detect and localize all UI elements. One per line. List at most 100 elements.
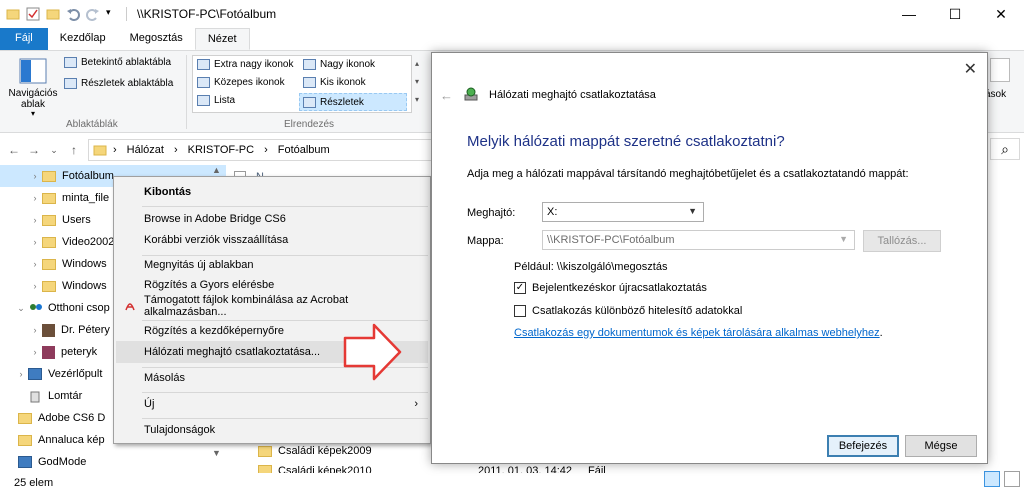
layout-label: Kis ikonok [320,77,366,88]
layout-extra-large-icons[interactable]: Extra nagy ikonok [197,59,294,70]
menu-item-adobe-bridge[interactable]: Browse in Adobe Bridge CS6 [116,208,428,230]
nav-item-label: minta_file [62,192,110,204]
nav-item-label: Windows [62,280,107,292]
chevron-right-icon[interactable]: › [14,369,28,379]
dialog-header: ← Hálózati meghajtó csatlakoztatása [440,87,656,103]
other-credentials-checkbox[interactable]: Csatlakozás különböző hitelesítő adatokk… [514,305,742,317]
minimize-button[interactable]: — [886,0,932,28]
website-link-row: Csatlakozás egy dokumentumok és képek tá… [514,327,883,339]
breadcrumb-separator: › [173,144,178,156]
breadcrumb-folder[interactable]: Fotóalbum [278,144,330,156]
customize-toolbar-icon[interactable]: ▾ [106,7,120,21]
nav-item-label: Otthoni csop [48,302,110,314]
scroll-down-arrow-icon[interactable]: ▼ [208,448,225,465]
partial-button[interactable] [990,58,1010,82]
back-button[interactable]: ← [4,143,24,157]
properties-icon[interactable] [26,7,40,21]
menu-item-label: Új [144,398,155,410]
up-button[interactable]: ↑ [64,143,84,157]
chevron-right-icon[interactable]: › [28,193,42,203]
chevron-down-icon: ▼ [839,234,848,244]
chevron-right-icon[interactable]: › [28,215,42,225]
preview-pane-button[interactable]: Betekintő ablaktábla [64,57,171,68]
divider [126,7,127,21]
large-icons-view-icon[interactable] [1004,471,1020,487]
menu-item-restore-versions[interactable]: Korábbi verziók visszaállítása [116,229,428,251]
link-suffix: . [879,327,883,339]
folder-icon [42,258,56,270]
details-pane-button[interactable]: Részletek ablaktábla [64,78,173,89]
undo-icon[interactable] [66,7,80,21]
folder-icon [258,445,272,457]
tab-view[interactable]: Nézet [194,28,250,50]
chevron-right-icon[interactable]: › [28,281,42,291]
menu-item-expand[interactable]: Kibontás [116,181,428,203]
layout-details[interactable]: Részletek [299,93,407,111]
chevron-right-icon[interactable]: › [28,347,42,357]
nav-item-godmode[interactable]: GodMode [0,451,226,473]
details-pane-label: Részletek ablaktábla [81,78,174,89]
recent-locations-button[interactable]: ⌄ [44,145,64,156]
browse-button[interactable]: Tallózás... [863,230,941,252]
large-icons-icon [303,59,316,70]
chevron-right-icon[interactable]: › [28,171,42,181]
new-folder-icon[interactable] [46,7,60,21]
close-button[interactable]: ✕ [964,59,977,79]
tab-share[interactable]: Megosztás [118,28,195,50]
divider [186,55,187,129]
drive-select[interactable]: X: ▼ [542,202,704,222]
details-view-icon[interactable] [984,471,1000,487]
redo-icon[interactable] [86,7,100,21]
medium-icons-icon [197,77,210,88]
forward-button[interactable]: → [24,143,44,157]
gallery-scroll[interactable]: ▴ ▾ ▾ [412,55,422,113]
partial-ribbon-label: ások [985,89,1007,100]
menu-item-pin-quick-access[interactable]: Rögzítés a Gyors elérésbe [116,274,428,296]
breadcrumb-network[interactable]: Hálózat [127,144,164,156]
chevron-right-icon[interactable]: › [28,237,42,247]
finish-button[interactable]: Befejezés [827,435,899,457]
navigation-pane-button[interactable]: Navigációs ablak ▾ [6,55,60,118]
layout-list[interactable]: Lista [197,95,235,106]
breadcrumb-computer[interactable]: KRISTOF-PC [188,144,254,156]
layout-medium-icons[interactable]: Közepes ikonok [197,77,285,88]
layout-gallery: Extra nagy ikonok Nagy ikonok Közepes ik… [192,55,412,113]
menu-item-combine-acrobat[interactable]: Támogatott fájlok kombinálása az Acrobat… [116,294,428,318]
folder-icon [42,192,56,204]
dialog-heading: Melyik hálózati mappát szeretné csatlako… [467,133,785,150]
list-item[interactable]: Családi képek2010 [258,465,372,473]
close-button[interactable]: ✕ [978,0,1024,28]
folder-icon [42,214,56,226]
layout-small-icons[interactable]: Kis ikonok [303,77,366,88]
chevron-right-icon[interactable]: › [28,325,42,335]
nav-item-label: Windows [62,258,107,270]
reconnect-checkbox[interactable]: ✓ Bejelentkezéskor újracsatlakoztatás [514,282,707,294]
back-arrow-icon[interactable]: ← [440,88,453,103]
acrobat-icon [125,303,135,311]
layout-label: Extra nagy ikonok [214,59,294,70]
menu-item-new[interactable]: Új › [116,393,428,415]
tab-home[interactable]: Kezdőlap [48,28,118,50]
folder-input[interactable]: \\KRISTOF-PC\Fotóalbum ▼ [542,230,855,250]
checkbox-unchecked[interactable] [514,305,526,317]
website-link[interactable]: Csatlakozás egy dokumentumok és képek tá… [514,327,880,339]
submenu-arrow-icon: › [414,398,418,410]
network-drive-icon [464,87,478,101]
layout-group-label: Elrendezés [284,119,335,130]
list-item[interactable]: Családi képek2009 [258,445,372,457]
layout-label: Közepes ikonok [214,77,285,88]
cancel-button[interactable]: Mégse [905,435,977,457]
maximize-button[interactable]: ☐ [932,0,978,28]
nav-item-label: Video2002 [62,236,115,248]
quick-access-toolbar: ▾ [0,7,127,21]
breadcrumb-separator: › [264,144,268,156]
tab-file[interactable]: Fájl [0,28,48,50]
chevron-down-icon[interactable]: ⌄ [14,303,28,314]
menu-item-properties[interactable]: Tulajdonságok [116,419,428,441]
recycle-bin-icon [30,391,40,403]
menu-item-open-new-window[interactable]: Megnyitás új ablakban [116,254,428,276]
chevron-right-icon[interactable]: › [28,259,42,269]
layout-large-icons[interactable]: Nagy ikonok [303,59,375,70]
chevron-down-icon: ▾ [30,109,35,118]
checkbox-checked[interactable]: ✓ [514,282,526,294]
